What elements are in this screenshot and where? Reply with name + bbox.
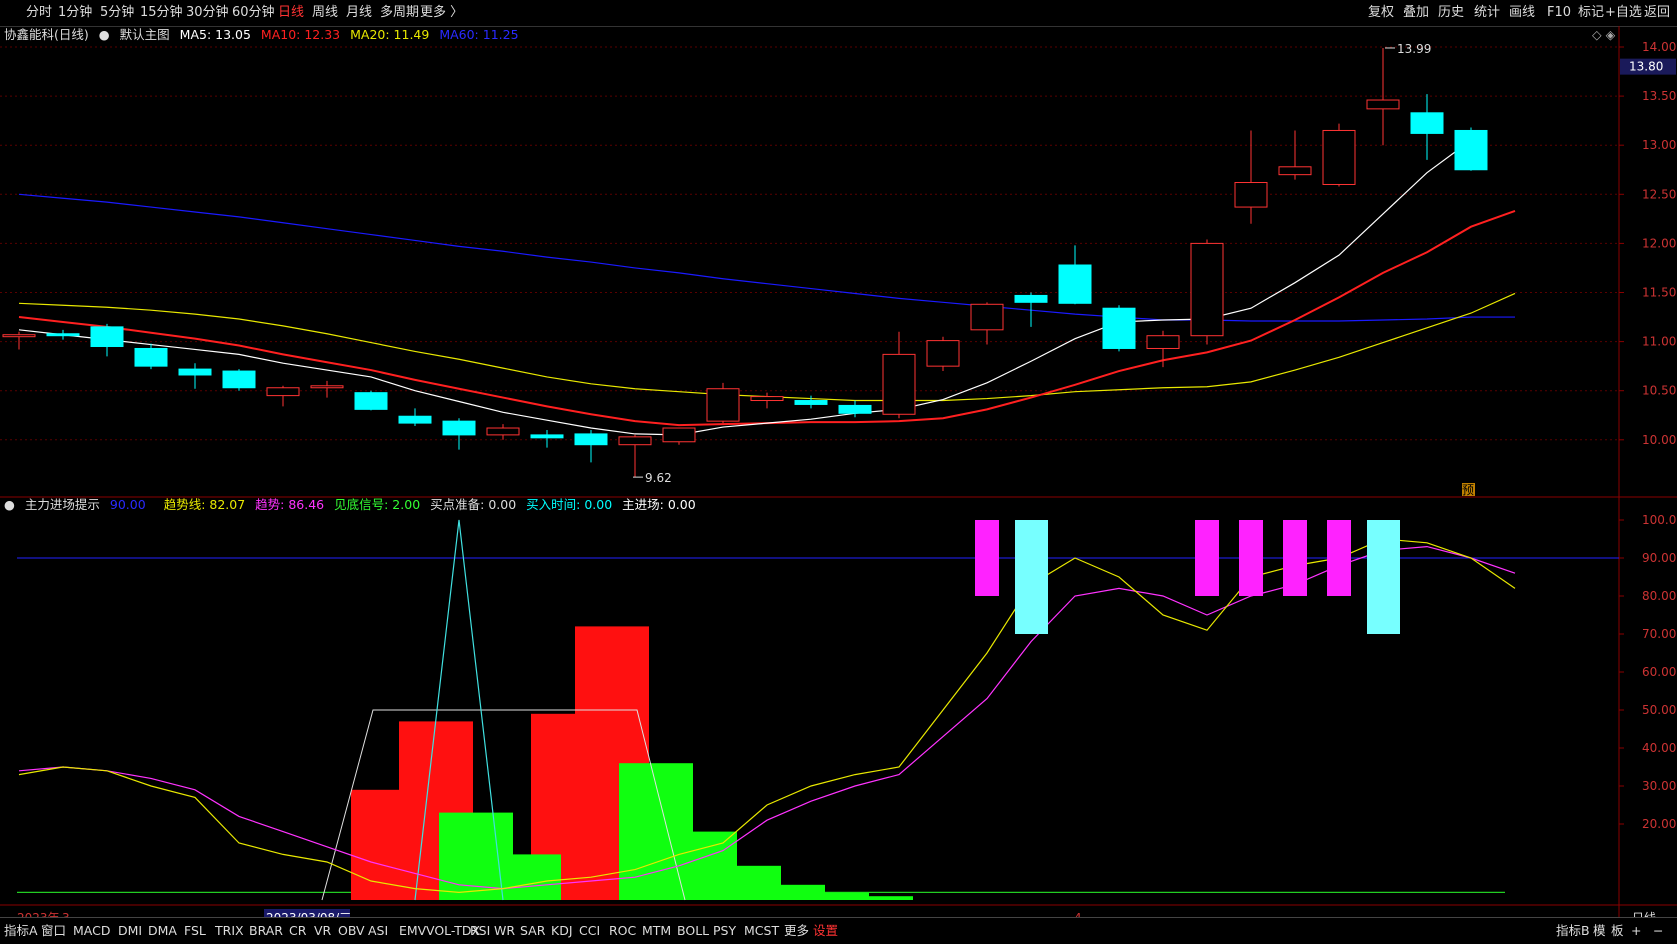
candle-body bbox=[486, 427, 520, 436]
indicator-tab-roc-19[interactable]: ROC bbox=[609, 918, 636, 944]
indicator-b-control-4[interactable]: − bbox=[1653, 918, 1663, 944]
high-price-label: 13.99 bbox=[1397, 42, 1431, 56]
indicator-tab-vr-9[interactable]: VR bbox=[314, 918, 331, 944]
candle-body bbox=[46, 333, 80, 337]
signal-magenta-block bbox=[1195, 520, 1219, 596]
candle-body bbox=[618, 436, 652, 446]
candle-body bbox=[1454, 129, 1488, 171]
sub-axis-label: 30.00 bbox=[1642, 779, 1676, 793]
sub-axis-label: 70.00 bbox=[1642, 627, 1676, 641]
candle-body bbox=[1410, 112, 1444, 134]
candle-body bbox=[1366, 99, 1400, 110]
indicator-toolbar: 指标A 窗口 MACD DMI DMA FSL TRIX BRAR CR VR OBV ASI EMV V… bbox=[0, 917, 1677, 944]
sub-axis-label: 100.0 bbox=[1642, 513, 1676, 527]
price-axis-label: 12.00 bbox=[1642, 236, 1676, 250]
kline-chart-canvas[interactable]: 14.00 13.50 13.00 12.50 12.00 11.50 11.00 10.50… bbox=[0, 0, 1677, 917]
current-price-label: 13.80 bbox=[1629, 60, 1663, 74]
indicator-tab-obv-10[interactable]: OBV bbox=[338, 918, 365, 944]
indicator-tab-mcst-23[interactable]: MCST bbox=[744, 918, 779, 944]
candle-body bbox=[530, 434, 564, 439]
indicator-tab-emv-12[interactable]: EMV bbox=[399, 918, 426, 944]
indicator-tab-item-24[interactable]: 更多 bbox=[784, 918, 809, 944]
price-axis-label: 10.50 bbox=[1642, 384, 1676, 398]
candle-body bbox=[750, 396, 784, 402]
price-axis-label: 11.50 bbox=[1642, 286, 1676, 300]
trend-magenta-line bbox=[18, 545, 1516, 890]
indicator-tab-sar-16[interactable]: SAR bbox=[520, 918, 545, 944]
indicator-b-control-1[interactable]: 模 bbox=[1593, 918, 1606, 944]
candle-body bbox=[838, 404, 872, 414]
price-axis-label: 13.00 bbox=[1642, 138, 1676, 152]
candle-body bbox=[178, 368, 212, 376]
indicator-b-control-2[interactable]: 板 bbox=[1611, 918, 1624, 944]
sub-axis-label: 90.00 bbox=[1642, 551, 1676, 565]
indicator-tab-cci-18[interactable]: CCI bbox=[579, 918, 600, 944]
signal-magenta-block bbox=[975, 520, 999, 596]
sub-axis-label: 60.00 bbox=[1642, 665, 1676, 679]
indicator-tab-wr-15[interactable]: WR bbox=[494, 918, 515, 944]
candle-body bbox=[574, 433, 608, 446]
indicator-tab-asi-11[interactable]: ASI bbox=[368, 918, 388, 944]
candle-body bbox=[266, 387, 300, 397]
price-axis-label: 13.50 bbox=[1642, 89, 1676, 103]
indicator-tab-item-1[interactable]: 窗口 bbox=[41, 918, 66, 944]
signal-magenta-block bbox=[1239, 520, 1263, 596]
indicator-tab-a-0[interactable]: 指标A bbox=[4, 918, 38, 944]
price-axis-label: 12.50 bbox=[1642, 187, 1676, 201]
candle-body bbox=[1278, 166, 1312, 176]
candle-body bbox=[1146, 335, 1180, 349]
indicator-tab-dmi-3[interactable]: DMI bbox=[118, 918, 142, 944]
sub-axis-label: 40.00 bbox=[1642, 741, 1676, 755]
price-axis-label: 11.00 bbox=[1642, 335, 1676, 349]
candle-body bbox=[134, 347, 168, 367]
indicator-b-control-0[interactable]: 指标B bbox=[1556, 918, 1590, 944]
indicator-tab-mtm-20[interactable]: MTM bbox=[642, 918, 671, 944]
signal-cyan-block bbox=[1367, 520, 1400, 634]
indicator-tab-boll-21[interactable]: BOLL bbox=[677, 918, 709, 944]
indicator-tab-item-25[interactable]: 设置 bbox=[813, 918, 838, 944]
candle-body bbox=[970, 303, 1004, 331]
signal-magenta-block bbox=[1327, 520, 1351, 596]
candle-body bbox=[354, 392, 388, 410]
indicator-tab-psy-22[interactable]: PSY bbox=[713, 918, 736, 944]
candle-body bbox=[1102, 307, 1136, 349]
forecast-badge-text: 预 bbox=[1462, 483, 1474, 497]
sub-axis-label: 20.00 bbox=[1642, 817, 1676, 831]
candle-body bbox=[222, 370, 256, 389]
candle-body bbox=[1058, 264, 1092, 304]
price-axis-label: 10.00 bbox=[1642, 433, 1676, 447]
ma60-line bbox=[18, 193, 1515, 322]
price-axis-label: 14.00 bbox=[1642, 40, 1676, 54]
candle-body bbox=[1322, 129, 1356, 185]
candle-body bbox=[1234, 182, 1268, 208]
indicator-tab-brar-7[interactable]: BRAR bbox=[249, 918, 283, 944]
indicator-tab-trix-6[interactable]: TRIX bbox=[215, 918, 244, 944]
indicator-tab-macd-2[interactable]: MACD bbox=[73, 918, 110, 944]
candle-body bbox=[794, 400, 828, 405]
signal-magenta-block bbox=[1283, 520, 1307, 596]
sub-axis-label: 50.00 bbox=[1642, 703, 1676, 717]
signal-cyan-block bbox=[1015, 520, 1048, 634]
candle-body bbox=[926, 340, 960, 367]
indicator-tab-kdj-17[interactable]: KDJ bbox=[551, 918, 573, 944]
candle-body bbox=[1014, 294, 1048, 303]
candle-body bbox=[2, 334, 36, 338]
indicator-tab-dma-4[interactable]: DMA bbox=[148, 918, 177, 944]
candle-body bbox=[442, 420, 476, 436]
candle-body bbox=[310, 385, 344, 389]
indicator-b-control-3[interactable]: + bbox=[1631, 918, 1641, 944]
indicator-tab-cr-8[interactable]: CR bbox=[289, 918, 306, 944]
candle-body bbox=[90, 326, 124, 348]
indicator-tab-fsl-5[interactable]: FSL bbox=[184, 918, 206, 944]
candle-body bbox=[882, 353, 916, 415]
candle-body bbox=[662, 427, 696, 443]
low-price-label: 9.62 bbox=[645, 471, 672, 485]
candle-body bbox=[706, 388, 740, 422]
candle-body bbox=[1190, 242, 1224, 337]
main-exit-green-bar bbox=[839, 896, 913, 900]
sub-axis-label: 80.00 bbox=[1642, 589, 1676, 603]
candle-body bbox=[398, 415, 432, 424]
indicator-tab-rsi-14[interactable]: RSI bbox=[470, 918, 490, 944]
